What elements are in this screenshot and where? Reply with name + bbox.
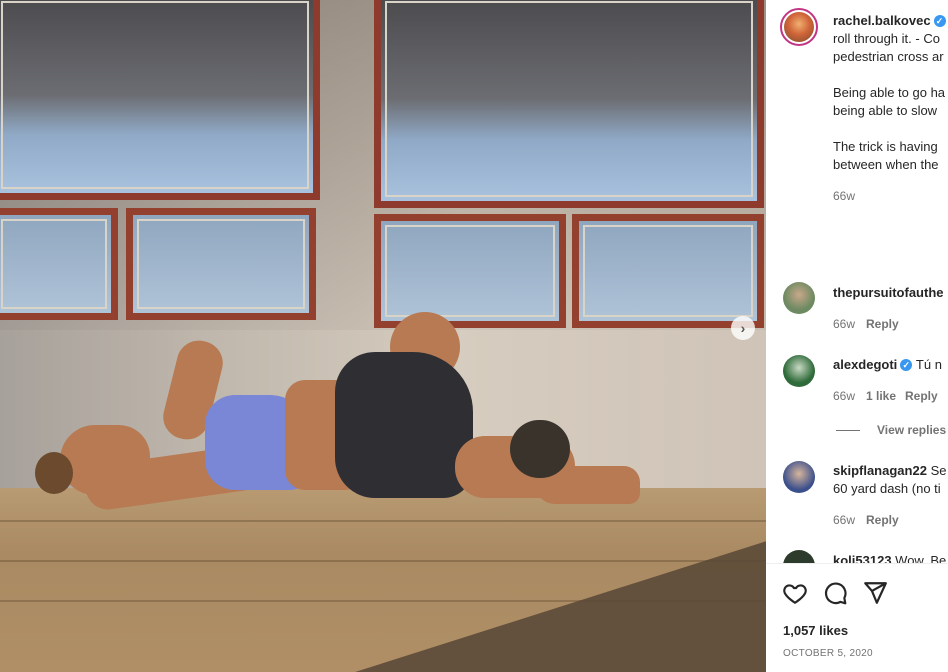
comment-username[interactable]: skipflanagan22 Se	[833, 463, 946, 478]
post-sidebar: rachel.balkovec ✓ roll through it. - Co p…	[766, 0, 948, 672]
comment-text-line-2: 60 yard dash (no ti	[833, 481, 941, 496]
next-media-button[interactable]: ›	[731, 316, 755, 340]
comment-text: Se	[930, 463, 947, 478]
heart-icon[interactable]	[782, 580, 808, 606]
reply-button[interactable]: Reply	[866, 317, 899, 331]
window-lower-left-2	[126, 208, 316, 320]
caption-line-2: pedestrian cross ar	[833, 49, 944, 64]
comment-likes[interactable]: 1 like	[866, 389, 896, 403]
window-lower-right-2	[572, 214, 764, 328]
reply-button[interactable]: Reply	[866, 513, 899, 527]
action-bar	[782, 580, 888, 606]
comment-time: 66w	[833, 513, 856, 527]
window-upper-right	[374, 0, 764, 208]
comment-time: 66w	[833, 389, 856, 403]
author-username[interactable]: rachel.balkovec ✓	[833, 13, 946, 28]
caption-line-3: Being able to go ha	[833, 85, 946, 100]
window-lower-left-1	[0, 208, 118, 320]
window-lower-right-1	[374, 214, 566, 328]
author-avatar[interactable]	[780, 8, 818, 46]
send-icon[interactable]	[862, 580, 888, 606]
comment-avatar[interactable]	[783, 282, 815, 314]
reply-button[interactable]: Reply	[905, 389, 938, 403]
caption-time: 66w	[833, 189, 856, 203]
verified-badge-icon: ✓	[933, 15, 946, 27]
caption-line-1: roll through it. - Co	[833, 31, 940, 46]
comment-username[interactable]: alexdegoti ✓ Tú n	[833, 357, 942, 372]
caption-line-5: The trick is having	[833, 139, 938, 154]
caption-line-6: between when the	[833, 157, 939, 172]
chevron-right-icon: ›	[740, 320, 746, 336]
comment-time: 66w	[833, 317, 856, 331]
comment-avatar[interactable]	[783, 355, 815, 387]
comment-username[interactable]: thepursuitofauthe	[833, 285, 944, 300]
window-upper-left	[0, 0, 320, 200]
comment-icon[interactable]	[822, 580, 848, 606]
caption-line-4: being able to slow	[833, 103, 938, 118]
comment-avatar[interactable]	[783, 461, 815, 493]
view-replies-button[interactable]: View replies (	[877, 423, 948, 437]
post-media: ›	[0, 0, 766, 672]
verified-badge-icon: ✓	[900, 359, 913, 371]
post-date[interactable]: OCTOBER 5, 2020	[783, 648, 873, 659]
shorts	[335, 352, 473, 498]
comment-text: Tú n	[915, 357, 942, 372]
like-count[interactable]: 1,057 likes	[783, 623, 848, 638]
